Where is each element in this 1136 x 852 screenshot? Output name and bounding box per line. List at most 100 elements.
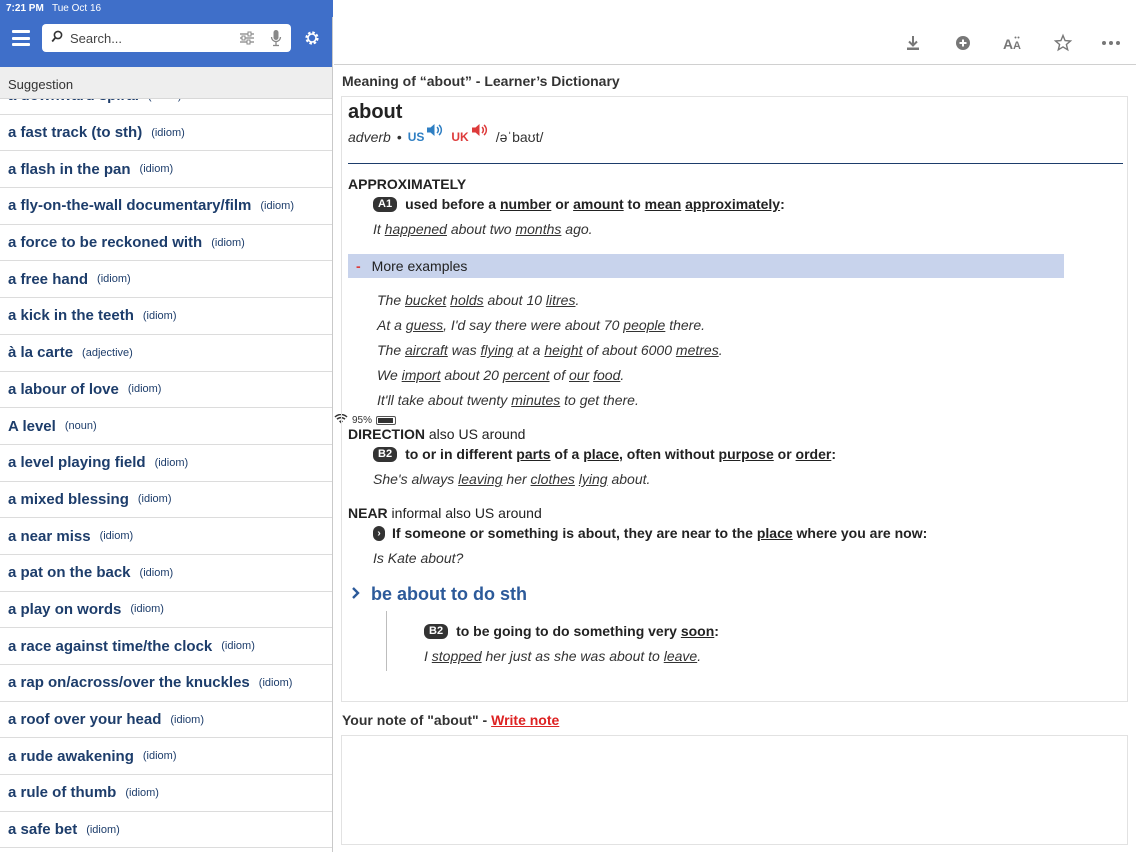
word-link[interactable]: our: [569, 367, 589, 383]
write-note-link[interactable]: Write note: [491, 712, 559, 728]
status-time: 7:21 PM: [6, 3, 44, 14]
note-area[interactable]: [341, 735, 1128, 845]
more-example-sentence: The bucket holds about 10 litres.: [377, 292, 580, 308]
suggestion-item[interactable]: a flash in the pan (idiom): [0, 151, 332, 189]
suggestion-item[interactable]: a rap on/across/over the knuckles (idiom): [0, 665, 332, 702]
word-link[interactable]: guess: [406, 317, 443, 333]
word-link[interactable]: order: [796, 446, 832, 462]
suggestion-item[interactable]: a roof over your head (idiom): [0, 702, 332, 739]
entry-panel: AA Meaning of “about” - Learner’s Dictio…: [334, 17, 1136, 852]
word-link[interactable]: aircraft: [405, 342, 448, 358]
suggestion-item[interactable]: a free hand (idiom): [0, 261, 332, 299]
search-box[interactable]: [42, 24, 291, 52]
example-sentence: Is Kate about?: [373, 550, 464, 566]
star-icon[interactable]: [1052, 32, 1074, 54]
word-link[interactable]: leave: [664, 648, 697, 664]
word-link[interactable]: holds: [450, 292, 483, 308]
word-link[interactable]: leaving: [458, 471, 502, 487]
word-link[interactable]: purpose: [719, 446, 774, 462]
text-size-icon[interactable]: AA: [1002, 32, 1024, 54]
word-link[interactable]: percent: [503, 367, 550, 383]
suggestion-item[interactable]: a force to be reckoned with (idiom): [0, 225, 332, 262]
more-examples-toggle[interactable]: - More examples: [348, 254, 1064, 278]
entry-content: Meaning of “about” - Learner’s Dictionar…: [341, 73, 1128, 845]
phrase-title: be about to do sth: [371, 584, 527, 604]
word-link[interactable]: clothes: [531, 471, 575, 487]
microphone-icon[interactable]: [270, 29, 282, 52]
suggestion-item[interactable]: a downward spiral (idiom): [0, 99, 332, 115]
phrase-definition-block: B2 to be going to do something very soon…: [386, 611, 1121, 671]
word-link[interactable]: amount: [573, 196, 624, 212]
word-link[interactable]: food: [593, 367, 620, 383]
word-link[interactable]: place: [583, 446, 619, 462]
suggestion-item[interactable]: a race against time/the clock (idiom): [0, 628, 332, 665]
hamburger-menu-icon[interactable]: [12, 30, 30, 46]
suggestion-item[interactable]: a rude awakening (idiom): [0, 738, 332, 776]
suggestion-term: a roof over your head: [8, 711, 162, 729]
suggestion-item[interactable]: a play on words (idiom): [0, 592, 332, 629]
suggestion-term: à la carte: [8, 344, 74, 362]
word-link[interactable]: parts: [516, 446, 550, 462]
filter-icon[interactable]: [239, 30, 255, 51]
part-of-speech: adverb: [348, 128, 391, 145]
word-link[interactable]: mean: [645, 196, 682, 212]
download-icon[interactable]: [902, 32, 924, 54]
uk-speaker-icon[interactable]: [471, 122, 489, 141]
more-example-sentence: At a guess, I'd say there were about 70 …: [377, 317, 706, 333]
search-input[interactable]: [70, 28, 230, 48]
suggestion-item[interactable]: a fly-on-the-wall documentary/film (idiom…: [0, 188, 332, 225]
word-link[interactable]: import: [402, 367, 441, 383]
word-link[interactable]: metres: [676, 342, 719, 358]
word-link[interactable]: place: [757, 525, 793, 541]
suggestion-item[interactable]: a fast track (to sth) (idiom): [0, 115, 332, 152]
suggestion-term: a rude awakening: [8, 747, 134, 765]
suggestion-item[interactable]: à la carte (adjective): [0, 335, 332, 372]
phrase-toggle[interactable]: be about to do sth: [348, 584, 1121, 605]
suggestion-term: a rap on/across/over the knuckles: [8, 674, 250, 692]
more-icon[interactable]: [1100, 32, 1122, 54]
suggestion-item[interactable]: a mixed blessing (idiom): [0, 482, 332, 519]
status-date: Tue Oct 16: [52, 3, 102, 14]
suggestion-item[interactable]: a labour of love (idiom): [0, 372, 332, 409]
word-link[interactable]: months: [515, 221, 561, 237]
word-link[interactable]: flying: [481, 342, 514, 358]
entry-box: about adverb • US UK /əˈbaʊt/ APPROXIMAT…: [341, 96, 1128, 702]
word-link[interactable]: bucket: [405, 292, 446, 308]
suggestion-item[interactable]: a near miss (idiom): [0, 518, 332, 555]
example-sentence: I stopped her just as she was about to l…: [424, 648, 702, 664]
word-link[interactable]: number: [500, 196, 551, 212]
word-link[interactable]: minutes: [511, 392, 560, 408]
word-link[interactable]: people: [623, 317, 665, 333]
suggestion-item[interactable]: a rule of thumb (idiom): [0, 775, 332, 812]
uk-label: UK: [451, 129, 469, 144]
us-label: US: [407, 129, 425, 144]
add-circle-icon[interactable]: [952, 32, 974, 54]
suggestion-term: a fly-on-the-wall documentary/film: [8, 197, 252, 215]
svg-text:A: A: [1013, 40, 1021, 52]
suggestion-pos: (idiom): [260, 199, 294, 212]
suggestion-term: a level playing field: [8, 454, 146, 472]
suggestion-item[interactable]: A level (noun): [0, 408, 332, 445]
word-link[interactable]: height: [544, 342, 582, 358]
guide-word: DIRECTION: [348, 426, 425, 442]
suggestion-item[interactable]: a kick in the teeth (idiom): [0, 298, 332, 335]
variant-note: informal also US around: [387, 505, 542, 521]
suggestion-item[interactable]: a safe bet (idiom): [0, 812, 332, 849]
word-link[interactable]: soon: [681, 623, 714, 639]
word-link[interactable]: approximately: [685, 196, 780, 212]
suggestion-item[interactable]: a level playing field (idiom): [0, 445, 332, 482]
word-link[interactable]: stopped: [432, 648, 482, 664]
us-speaker-icon[interactable]: [426, 122, 444, 141]
suggestion-term: a mixed blessing: [8, 490, 129, 508]
word-link[interactable]: lying: [579, 471, 608, 487]
example-sentence: She's always leaving her clothes lying a…: [373, 471, 651, 487]
suggestion-item[interactable]: a pat on the back (idiom): [0, 555, 332, 592]
suggestion-pos: (idiom): [148, 99, 182, 102]
status-bar: 7:21 PM Tue Oct 16 95%: [0, 0, 1136, 426]
more-example-sentence: It'll take about twenty minutes to get t…: [377, 392, 639, 408]
settings-gear-icon[interactable]: [304, 30, 320, 51]
headword: about: [348, 101, 403, 123]
word-link[interactable]: litres: [546, 292, 576, 308]
suggestion-term: a near miss: [8, 527, 91, 545]
word-link[interactable]: happened: [385, 221, 447, 237]
